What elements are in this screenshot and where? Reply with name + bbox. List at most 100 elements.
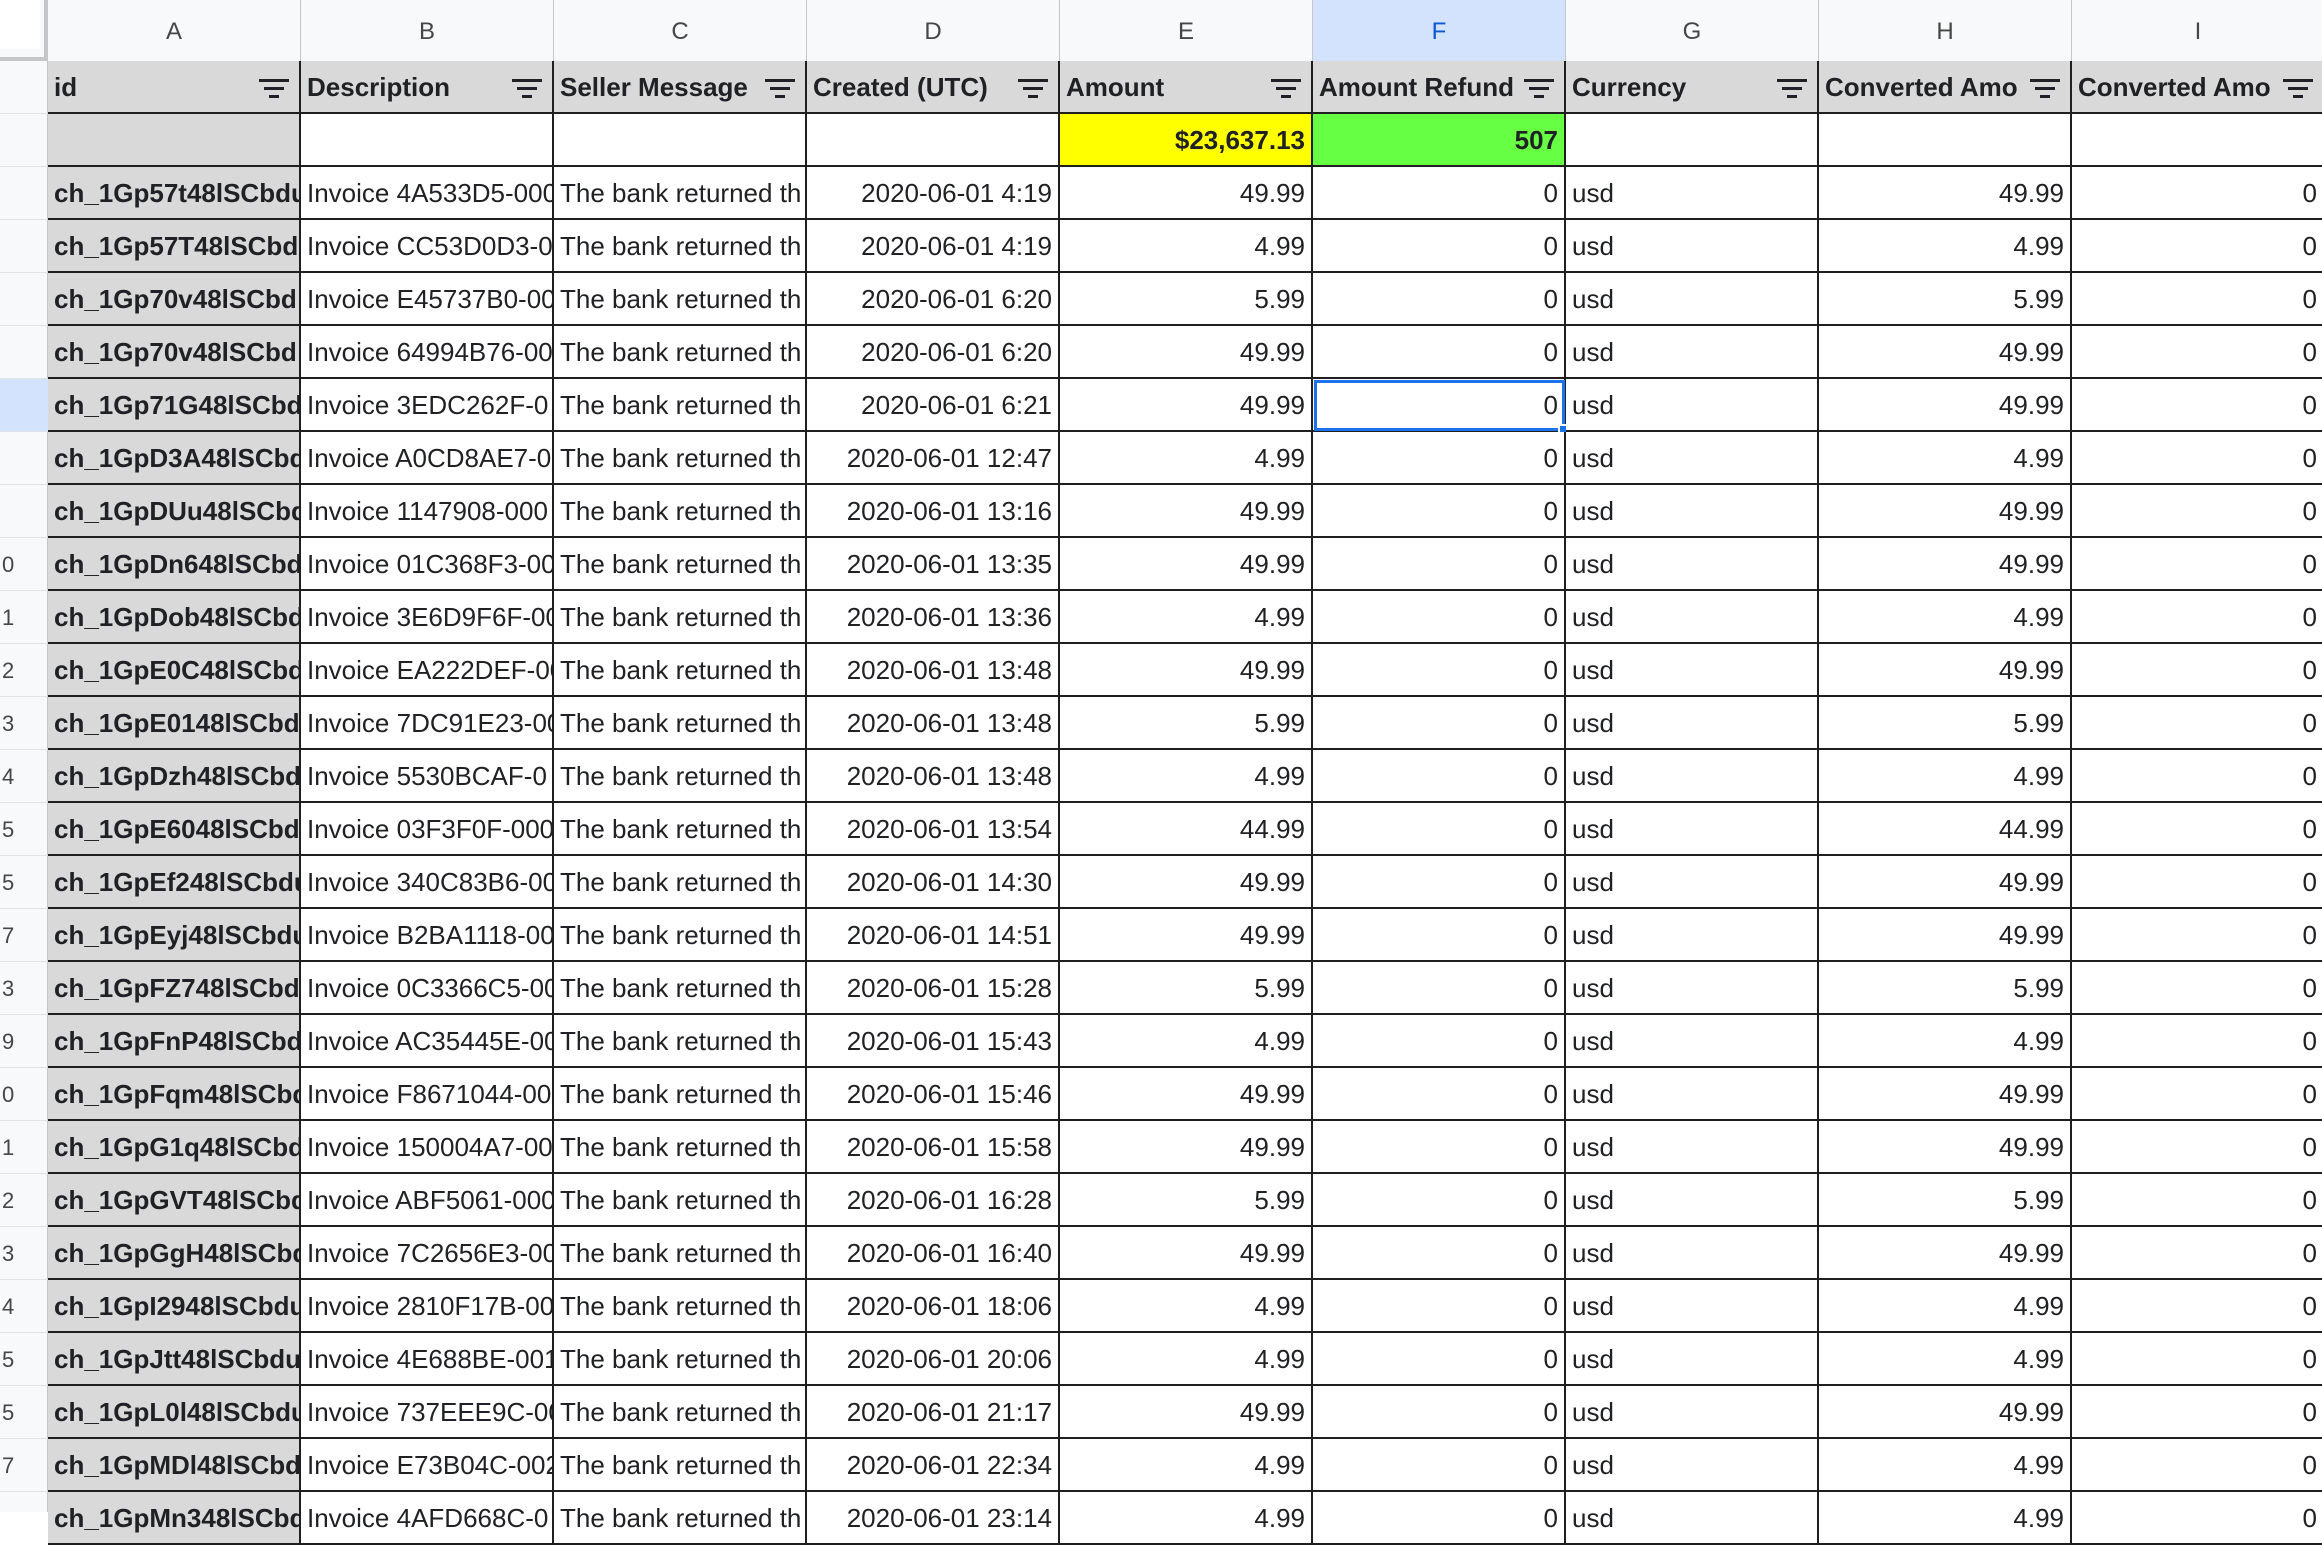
cell-created[interactable]: 2020-06-01 6:20 bbox=[807, 326, 1060, 379]
filter-icon[interactable] bbox=[765, 78, 795, 101]
cell-refund[interactable]: 0 bbox=[1313, 1333, 1566, 1386]
cell-id[interactable]: ch_1GpFZ748lSCbd bbox=[48, 962, 301, 1015]
cell-conv[interactable]: 49.99 bbox=[1819, 856, 2072, 909]
cell-msg[interactable]: The bank returned th bbox=[554, 1386, 807, 1439]
cell-conv2[interactable]: 0 bbox=[2072, 803, 2322, 856]
row-number[interactable]: 5 bbox=[0, 856, 48, 909]
cell-created[interactable]: 2020-06-01 6:21 bbox=[807, 379, 1060, 432]
cell-refund[interactable]: 0 bbox=[1313, 1492, 1566, 1545]
cell-conv2[interactable]: 0 bbox=[2072, 1068, 2322, 1121]
cell-created[interactable]: 2020-06-01 14:30 bbox=[807, 856, 1060, 909]
cell-amount[interactable]: 5.99 bbox=[1060, 1174, 1313, 1227]
cell-refund[interactable]: 0 bbox=[1313, 1068, 1566, 1121]
cell-id[interactable]: ch_1GpFnP48lSCbd bbox=[48, 1015, 301, 1068]
cell-amount[interactable]: 49.99 bbox=[1060, 1068, 1313, 1121]
cell-created[interactable]: 2020-06-01 13:35 bbox=[807, 538, 1060, 591]
cell-conv2[interactable]: 0 bbox=[2072, 273, 2322, 326]
filter-icon[interactable] bbox=[1524, 78, 1554, 101]
row-number[interactable]: 5 bbox=[0, 1386, 48, 1439]
cell-refund[interactable]: 0 bbox=[1313, 856, 1566, 909]
row-number[interactable]: 3 bbox=[0, 697, 48, 750]
row-number[interactable]: 3 bbox=[0, 962, 48, 1015]
cell-created[interactable]: 2020-06-01 4:19 bbox=[807, 167, 1060, 220]
cell-refund[interactable]: 0 bbox=[1313, 273, 1566, 326]
cell-msg[interactable]: The bank returned th bbox=[554, 856, 807, 909]
column-letter-f[interactable]: F bbox=[1313, 0, 1566, 61]
header-cell[interactable]: Description bbox=[301, 61, 554, 114]
cell-refund[interactable]: 0 bbox=[1313, 1174, 1566, 1227]
cell-msg[interactable]: The bank returned th bbox=[554, 326, 807, 379]
cell-id[interactable]: ch_1GpDUu48lSCbd bbox=[48, 485, 301, 538]
summary-cell[interactable] bbox=[1566, 114, 1819, 167]
cell-currency[interactable]: usd bbox=[1566, 803, 1819, 856]
cell-refund[interactable]: 0 bbox=[1313, 591, 1566, 644]
cell-desc[interactable]: Invoice 2810F17B-00 bbox=[301, 1280, 554, 1333]
row-number[interactable]: 7 bbox=[0, 1439, 48, 1492]
cell-amount[interactable]: 49.99 bbox=[1060, 856, 1313, 909]
cell-created[interactable]: 2020-06-01 18:06 bbox=[807, 1280, 1060, 1333]
cell-currency[interactable]: usd bbox=[1566, 1121, 1819, 1174]
cell-created[interactable]: 2020-06-01 15:43 bbox=[807, 1015, 1060, 1068]
cell-currency[interactable]: usd bbox=[1566, 962, 1819, 1015]
row-number[interactable]: 9 bbox=[0, 1015, 48, 1068]
cell-refund[interactable]: 0 bbox=[1313, 750, 1566, 803]
cell-msg[interactable]: The bank returned th bbox=[554, 1227, 807, 1280]
cell-conv[interactable]: 49.99 bbox=[1819, 1386, 2072, 1439]
cell-amount[interactable]: 5.99 bbox=[1060, 697, 1313, 750]
cell-conv2[interactable]: 0 bbox=[2072, 485, 2322, 538]
cell-msg[interactable]: The bank returned th bbox=[554, 909, 807, 962]
cell-conv[interactable]: 4.99 bbox=[1819, 1280, 2072, 1333]
cell-msg[interactable]: The bank returned th bbox=[554, 1015, 807, 1068]
cell-amount[interactable]: 49.99 bbox=[1060, 1121, 1313, 1174]
cell-amount[interactable]: 49.99 bbox=[1060, 326, 1313, 379]
cell-conv2[interactable]: 0 bbox=[2072, 644, 2322, 697]
column-letter-e[interactable]: E bbox=[1060, 0, 1313, 61]
cell-conv2[interactable]: 0 bbox=[2072, 379, 2322, 432]
cell-id[interactable]: ch_1GpMn348lSCbd bbox=[48, 1492, 301, 1545]
cell-conv[interactable]: 5.99 bbox=[1819, 1174, 2072, 1227]
cell-amount[interactable]: 4.99 bbox=[1060, 1333, 1313, 1386]
select-all-box[interactable] bbox=[0, 0, 40, 49]
row-number[interactable]: 0 bbox=[0, 538, 48, 591]
column-letter-d[interactable]: D bbox=[807, 0, 1060, 61]
cell-currency[interactable]: usd bbox=[1566, 167, 1819, 220]
cell-desc[interactable]: Invoice A0CD8AE7-0 bbox=[301, 432, 554, 485]
row-number[interactable]: 3 bbox=[0, 1227, 48, 1280]
summary-cell[interactable] bbox=[2072, 114, 2322, 167]
header-cell[interactable]: Converted Amo bbox=[2072, 61, 2322, 114]
cell-created[interactable]: 2020-06-01 12:47 bbox=[807, 432, 1060, 485]
cell-currency[interactable]: usd bbox=[1566, 856, 1819, 909]
cell-conv[interactable]: 4.99 bbox=[1819, 1015, 2072, 1068]
cell-desc[interactable]: Invoice 737EEE9C-00 bbox=[301, 1386, 554, 1439]
cell-msg[interactable]: The bank returned th bbox=[554, 803, 807, 856]
cell-conv2[interactable]: 0 bbox=[2072, 220, 2322, 273]
filter-icon[interactable] bbox=[1777, 78, 1807, 101]
cell-amount[interactable]: 49.99 bbox=[1060, 644, 1313, 697]
select-all-corner[interactable] bbox=[0, 0, 48, 61]
header-cell[interactable]: Amount Refund bbox=[1313, 61, 1566, 114]
cell-msg[interactable]: The bank returned th bbox=[554, 538, 807, 591]
cell-created[interactable]: 2020-06-01 13:36 bbox=[807, 591, 1060, 644]
header-cell[interactable]: Converted Amo bbox=[1819, 61, 2072, 114]
cell-id[interactable]: ch_1Gp70v48lSCbd bbox=[48, 273, 301, 326]
cell-refund[interactable]: 0 bbox=[1313, 485, 1566, 538]
cell-amount[interactable]: 49.99 bbox=[1060, 485, 1313, 538]
cell-refund[interactable]: 0 bbox=[1313, 1227, 1566, 1280]
row-number[interactable]: 1 bbox=[0, 591, 48, 644]
cell-msg[interactable]: The bank returned th bbox=[554, 697, 807, 750]
row-number[interactable] bbox=[0, 220, 48, 273]
row-number[interactable]: 1 bbox=[0, 1121, 48, 1174]
cell-refund[interactable]: 0 bbox=[1313, 909, 1566, 962]
cell-desc[interactable]: Invoice 3EDC262F-0 bbox=[301, 379, 554, 432]
column-letter-i[interactable]: I bbox=[2072, 0, 2322, 61]
cell-currency[interactable]: usd bbox=[1566, 1068, 1819, 1121]
cell-desc[interactable]: Invoice 4A533D5-000 bbox=[301, 167, 554, 220]
cell-refund[interactable]: 0 bbox=[1313, 538, 1566, 591]
row-number[interactable] bbox=[0, 379, 48, 432]
cell-msg[interactable]: The bank returned th bbox=[554, 1492, 807, 1545]
cell-id[interactable]: ch_1Gp57t48lSCbdu bbox=[48, 167, 301, 220]
cell-currency[interactable]: usd bbox=[1566, 538, 1819, 591]
cell-id[interactable]: ch_1GpL0l48lSCbdu bbox=[48, 1386, 301, 1439]
cell-id[interactable]: ch_1Gp70v48lSCbd bbox=[48, 326, 301, 379]
cell-currency[interactable]: usd bbox=[1566, 909, 1819, 962]
